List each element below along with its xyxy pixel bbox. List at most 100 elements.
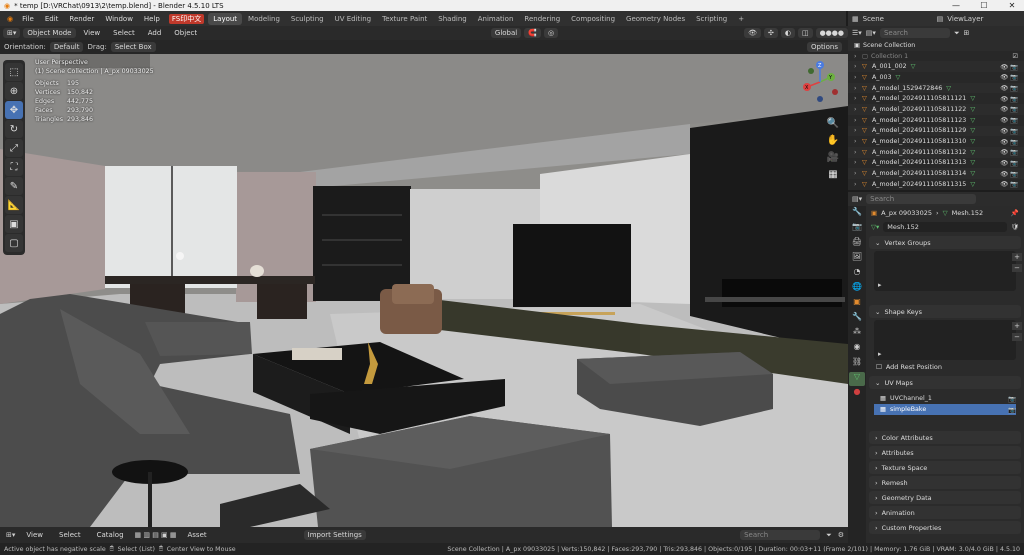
uv-map-item[interactable]: ▦ simpleBake 📷: [874, 404, 1016, 415]
collapse-icon[interactable]: ›: [854, 53, 862, 60]
zoom-icon[interactable]: 🔍: [826, 118, 840, 132]
tab-texture-paint[interactable]: Texture Paint: [377, 13, 432, 25]
tab-sculpting[interactable]: Sculpting: [286, 13, 329, 25]
expand-icon[interactable]: ▸: [878, 350, 882, 358]
select-menu[interactable]: Select: [54, 531, 86, 539]
expand-icon[interactable]: ›: [854, 95, 862, 102]
eye-icon[interactable]: 👁 📷: [1000, 159, 1018, 167]
expand-icon[interactable]: ›: [854, 159, 862, 166]
list-item[interactable]: › ▽ A_model_1529472846 ▽ 👁 📷: [848, 82, 1024, 94]
new-collection-icon[interactable]: ⊞: [964, 29, 970, 37]
3d-viewport[interactable]: [0, 54, 848, 527]
shape-keys-section[interactable]: ⌄ Shape Keys: [869, 305, 1021, 318]
camera-icon[interactable]: 📷: [1008, 395, 1016, 403]
eye-icon[interactable]: 👁 📷: [1000, 148, 1018, 156]
view-menu[interactable]: View: [21, 531, 48, 539]
orientation-dropdown[interactable]: Default: [49, 42, 84, 52]
transform-orientation-dropdown[interactable]: Global: [490, 28, 522, 38]
uv-map-item[interactable]: ▦ UVChannel_1 📷: [874, 393, 1016, 404]
world-tab-icon[interactable]: 🌐: [849, 282, 865, 296]
add-cube-tool-icon[interactable]: ▣: [5, 215, 23, 233]
editor-type-icon[interactable]: ⊞▾: [3, 28, 21, 38]
expand-icon[interactable]: ▸: [878, 281, 882, 289]
eye-icon[interactable]: 👁 📷: [1000, 127, 1018, 135]
list-item[interactable]: › ▽ A_model_2024911105811129 ▽ 👁 📷: [848, 125, 1024, 137]
collapsed-section[interactable]: › Color Attributes: [869, 431, 1021, 444]
snap-icon[interactable]: 🧲: [524, 28, 541, 38]
cursor-tool-icon[interactable]: ⊕: [5, 82, 23, 100]
maximize-icon[interactable]: ☐: [972, 1, 996, 10]
menu-window[interactable]: Window: [100, 15, 138, 23]
material-tab-icon[interactable]: ●: [849, 387, 865, 401]
expand-icon[interactable]: ›: [854, 106, 862, 113]
expand-icon[interactable]: ›: [854, 85, 862, 92]
view-layer-icon[interactable]: ▤: [937, 15, 944, 23]
tool-tab-icon[interactable]: 🔧: [849, 207, 865, 221]
collapsed-section[interactable]: › Custom Properties: [869, 521, 1021, 534]
drag-dropdown[interactable]: Select Box: [110, 42, 156, 52]
asset-library-icon[interactable]: ▦ ▥ ▤ ▣ ▦: [135, 531, 177, 539]
add-icon[interactable]: +: [1012, 253, 1022, 261]
scene-collection-row[interactable]: ▣ Scene Collection: [848, 40, 1024, 51]
eye-icon[interactable]: 👁 📷: [1000, 170, 1018, 178]
expand-icon[interactable]: ›: [854, 127, 862, 134]
list-item[interactable]: › ▽ A_model_2024911105811122 ▽ 👁 📷: [848, 104, 1024, 115]
select-menu[interactable]: Select: [108, 29, 140, 37]
remove-icon[interactable]: −: [1012, 264, 1022, 272]
asset-search-input[interactable]: Search: [740, 530, 821, 540]
mode-dropdown[interactable]: Object Mode: [23, 28, 76, 38]
overlay-toggle-icon[interactable]: ◐: [780, 28, 795, 38]
object-tab-icon[interactable]: ▣: [849, 297, 865, 311]
editor-type-icon[interactable]: ⊞▾: [6, 531, 15, 539]
expand-icon[interactable]: ›: [854, 138, 862, 145]
select-box-tool-icon[interactable]: ⬚: [5, 63, 23, 81]
outliner-search-input[interactable]: Search: [879, 28, 950, 38]
filter-icon[interactable]: ⏷: [954, 29, 960, 38]
expand-icon[interactable]: ›: [854, 170, 862, 177]
display-mode-icon[interactable]: ▤▾: [866, 29, 876, 37]
transform-tool-icon[interactable]: ⛶: [5, 158, 23, 176]
expand-icon[interactable]: ›: [854, 181, 862, 188]
outliner[interactable]: ▣ Scene Collection › ▢ Collection 1 ☑ › ▽ A_00…: [848, 40, 1024, 190]
pin-icon[interactable]: 📌: [1011, 209, 1019, 217]
tab-animation[interactable]: Animation: [473, 13, 519, 25]
eye-icon[interactable]: 👁 📷: [1000, 63, 1018, 71]
render-tab-icon[interactable]: 📷: [849, 222, 865, 236]
list-item[interactable]: › ▽ A_003 ▽ 👁 📷: [848, 72, 1024, 83]
eye-icon[interactable]: 👁 📷: [1000, 95, 1018, 103]
tab-uv-editing[interactable]: UV Editing: [330, 13, 377, 25]
list-item[interactable]: › ▽ A_model_2024911105811314 ▽ 👁 📷: [848, 168, 1024, 179]
navigation-gizmo[interactable]: X Y Z: [795, 57, 845, 117]
menu-render[interactable]: Render: [64, 15, 99, 23]
remove-icon[interactable]: −: [1012, 333, 1022, 341]
list-item[interactable]: › ▽ A_model_2024911105811121 ▽ 👁 📷: [848, 93, 1024, 104]
camera-icon[interactable]: 📷: [1008, 406, 1016, 414]
fake-user-icon[interactable]: 🛡: [1011, 223, 1019, 231]
scene-render[interactable]: [0, 54, 848, 527]
constraints-tab-icon[interactable]: ⛓: [849, 357, 865, 371]
modifier-tab-icon[interactable]: 🔧: [849, 312, 865, 326]
proportional-edit-icon[interactable]: ◎: [543, 28, 559, 38]
settings-icon[interactable]: ⚙: [838, 531, 844, 539]
tab-modeling[interactable]: Modeling: [243, 13, 285, 25]
vertex-groups-section[interactable]: ⌄ Vertex Groups: [869, 236, 1021, 249]
annotate-tool-icon[interactable]: ✎: [5, 177, 23, 195]
collapsed-section[interactable]: › Texture Space: [869, 461, 1021, 474]
perspective-grid-icon[interactable]: ▦: [826, 169, 840, 183]
import-settings-dropdown[interactable]: Import Settings: [303, 530, 366, 540]
properties-search-input[interactable]: Search: [866, 194, 977, 204]
expand-icon[interactable]: ›: [854, 149, 862, 156]
list-item[interactable]: › ▢ Collection 1 ☑: [848, 51, 1024, 62]
blender-menu-icon[interactable]: ◉: [4, 15, 16, 23]
mesh-icon[interactable]: ▽▾: [871, 223, 879, 231]
particles-tab-icon[interactable]: ⁂: [849, 327, 865, 341]
list-item[interactable]: › ▽ A_001_002 ▽ 👁 📷: [848, 61, 1024, 73]
mesh-name-field[interactable]: Mesh.152: [883, 222, 1007, 232]
list-item[interactable]: › ▽ A_model_2024911105811315 ▽ 👁 📷: [848, 179, 1024, 190]
filter-icon[interactable]: ⏷: [826, 531, 832, 540]
tab-rendering[interactable]: Rendering: [519, 13, 565, 25]
tab-compositing[interactable]: Compositing: [566, 13, 620, 25]
language-badge[interactable]: FS印中文: [168, 13, 205, 24]
measure-tool-icon[interactable]: 📐: [5, 196, 23, 214]
menu-file[interactable]: File: [17, 15, 39, 23]
